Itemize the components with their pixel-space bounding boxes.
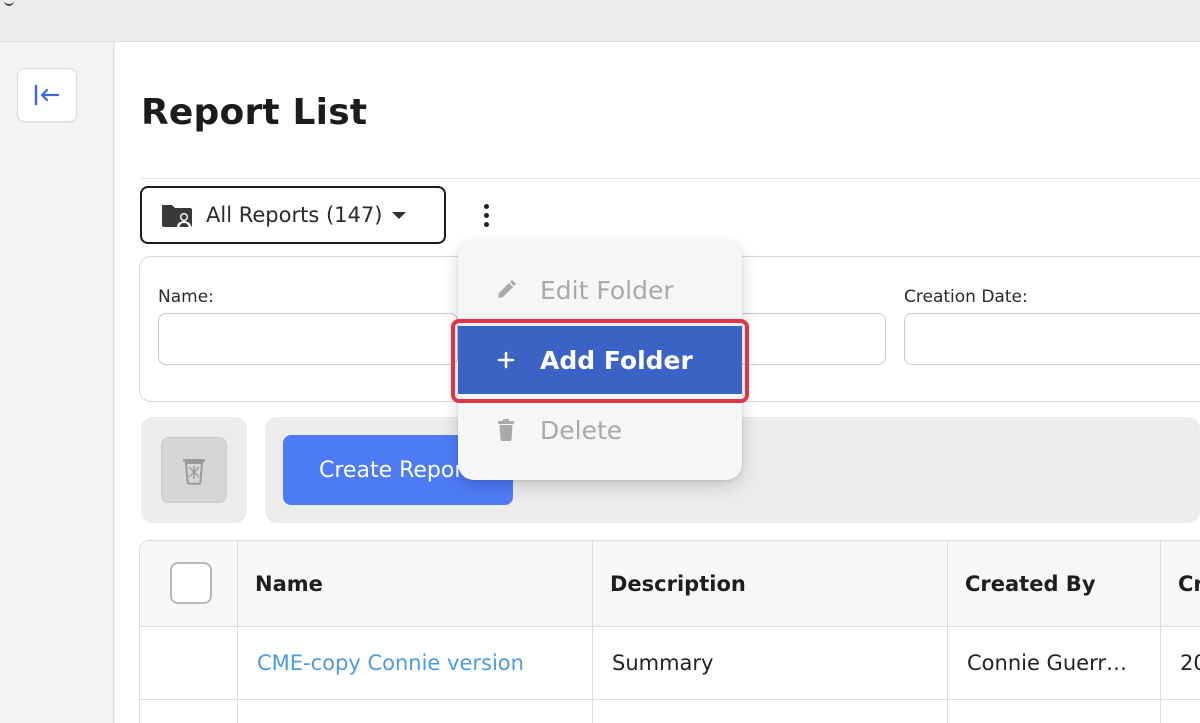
menu-item-label: Add Folder [540, 345, 693, 375]
column-header-created[interactable]: Cr [1160, 541, 1200, 627]
report-created: 20 [1180, 651, 1200, 675]
sidebar [0, 42, 114, 723]
report-created-by: Connie Guerr… [967, 651, 1127, 675]
menu-item-delete[interactable]: Delete [458, 396, 742, 464]
select-all-checkbox[interactable] [170, 562, 212, 604]
bulk-delete-button[interactable] [161, 437, 227, 503]
top-bar [0, 0, 1200, 42]
folder-selector-label: All Reports (147) [206, 203, 383, 227]
collapse-sidebar-button[interactable] [17, 68, 77, 122]
trash-icon [183, 459, 205, 485]
description-filter-input[interactable] [736, 313, 886, 365]
menu-item-add-folder[interactable]: Add Folder [458, 326, 742, 394]
page-title: Report List [141, 92, 368, 133]
report-table: Name Description Created By Cr CME-copy … [139, 540, 1200, 723]
kebab-dot [483, 212, 489, 218]
creation-date-filter-input[interactable] [904, 313, 1200, 365]
collapse-left-icon [34, 84, 60, 106]
title-divider [141, 178, 1200, 179]
menu-item-label: Delete [540, 415, 623, 445]
bulk-actions-area [141, 417, 247, 523]
name-filter-input[interactable] [158, 313, 458, 365]
pencil-icon [498, 280, 516, 298]
kebab-dot [483, 221, 489, 227]
plus-icon [497, 351, 515, 369]
folder-more-options-button[interactable] [473, 198, 499, 232]
folder-options-menu: Edit Folder Add Folder Delete [458, 242, 742, 480]
creation-date-filter-label: Creation Date: [904, 287, 1028, 307]
report-description: Summary [612, 651, 714, 675]
table-header: Name Description Created By Cr [140, 541, 1200, 627]
top-bar-mark [4, 0, 14, 6]
folder-selector[interactable]: All Reports (147) [140, 186, 446, 244]
folder-user-icon [162, 205, 192, 227]
menu-item-label: Edit Folder [540, 275, 674, 305]
report-name-link[interactable]: CME-copy Connie version [237, 627, 593, 699]
column-header-description[interactable]: Description [592, 541, 948, 627]
trash-icon [498, 419, 514, 441]
chevron-down-icon [392, 211, 407, 219]
kebab-dot [483, 203, 489, 209]
column-header-name[interactable]: Name [237, 541, 593, 627]
menu-item-edit-folder[interactable]: Edit Folder [458, 256, 742, 324]
column-header-created-by[interactable]: Created By [947, 541, 1160, 627]
row-divider [140, 699, 1200, 700]
name-filter-label: Name: [158, 287, 214, 307]
